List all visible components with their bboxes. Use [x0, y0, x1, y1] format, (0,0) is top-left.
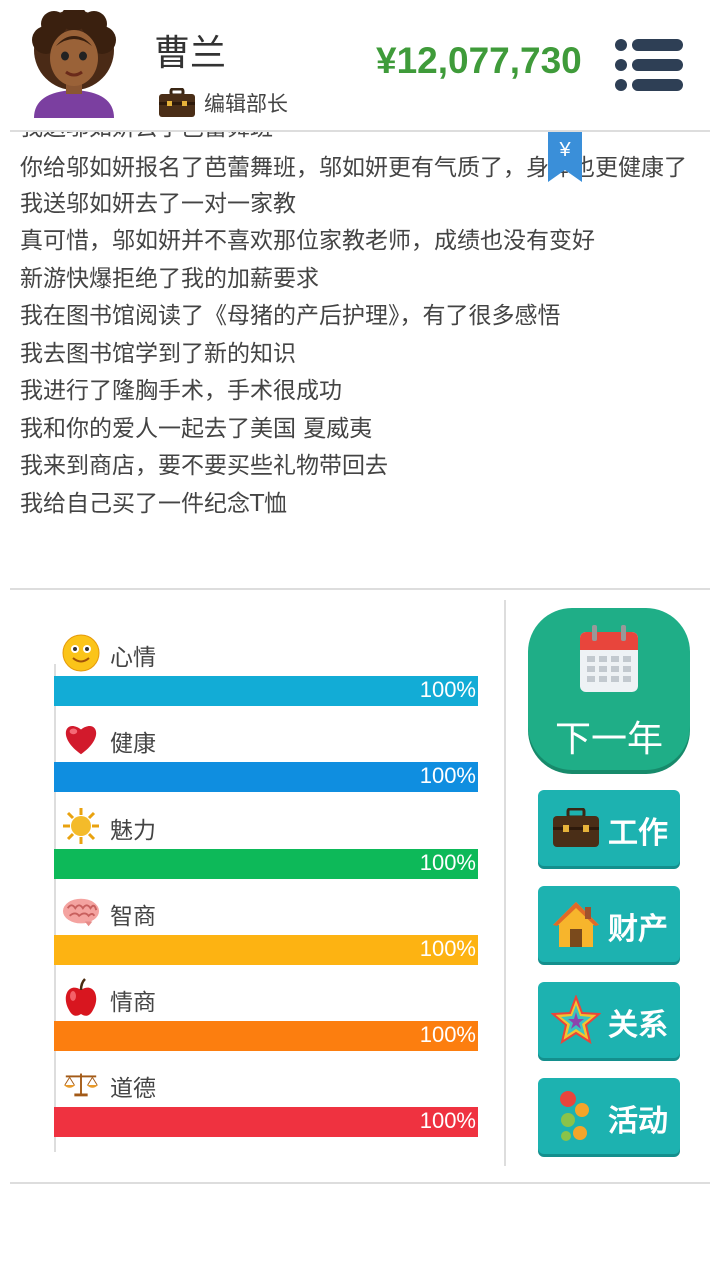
- scales-icon: [62, 1065, 100, 1103]
- stat-value: 100%: [419, 763, 476, 789]
- briefcase-icon: [159, 88, 195, 117]
- money-balance: ¥12,077,730: [376, 40, 582, 81]
- log-line: 我送邬如妍去了一对一家教: [20, 190, 296, 217]
- stat-charm: 魅力 100%: [54, 801, 478, 887]
- log-line: 我和你的爱人一起去了美国 夏威夷: [20, 415, 373, 442]
- activities-label: 活动: [608, 1104, 668, 1139]
- stat-bar: 100%: [54, 934, 478, 965]
- stat-iq: 智商 100%: [54, 887, 478, 973]
- stat-health: 健康 100%: [54, 714, 478, 800]
- event-log[interactable]: 我送邬如妍去了芭蕾舞班 你给邬如妍报名了芭蕾舞班，邬如妍更有气质了，身体也更健康…: [0, 132, 720, 588]
- stat-value: 100%: [419, 849, 476, 875]
- log-line: 新游快爆拒绝了我的加薪要求: [20, 265, 319, 292]
- stat-value: 100%: [419, 1108, 476, 1134]
- log-line: 你给邬如妍报名了芭蕾舞班，邬如妍更有气质了，身体也更健康了: [20, 154, 687, 181]
- stat-mood: 心情 100%: [54, 628, 478, 714]
- calendar-icon: [580, 625, 638, 692]
- header: 曹兰 编辑部长 ¥12,077,730: [0, 0, 720, 130]
- stat-eq: 情商 100%: [54, 973, 478, 1059]
- log-line: 我给自己买了一件纪念T恤: [20, 490, 288, 517]
- briefcase-icon: [550, 800, 602, 856]
- stat-bar: 100%: [54, 848, 478, 879]
- activities-button[interactable]: 活动: [538, 1078, 680, 1154]
- stat-label: 情商: [110, 990, 156, 1017]
- next-year-button[interactable]: 下一年: [528, 608, 690, 770]
- stats-panel: 心情 100% 健康 100% 魅力 100% 智商 100% 情商 100% …: [54, 628, 478, 1146]
- property-button[interactable]: 财产: [538, 886, 680, 962]
- stat-value: 100%: [419, 677, 476, 702]
- property-label: 财产: [608, 912, 668, 947]
- log-line: 真可惜，邬如妍并不喜欢那位家教老师，成绩也没有变好: [20, 228, 595, 254]
- next-year-label: 下一年: [554, 719, 663, 760]
- stat-value: 100%: [419, 1022, 476, 1048]
- stat-label: 道德: [110, 1076, 156, 1103]
- stat-label: 智商: [110, 903, 156, 930]
- heart-icon: [62, 720, 100, 758]
- log-line: 我进行了隆胸手术，手术很成功: [20, 378, 342, 404]
- smiley-icon: [62, 634, 100, 672]
- log-line: 我去图书馆学到了新的知识: [20, 340, 296, 367]
- money-bookmark-icon[interactable]: ¥: [548, 132, 582, 182]
- stat-label: 心情: [110, 645, 156, 671]
- log-line: 我来到商店，要不要买些礼物带回去: [20, 453, 388, 479]
- work-label: 工作: [608, 816, 668, 851]
- player-avatar[interactable]: [24, 5, 124, 118]
- brain-icon: [62, 893, 100, 931]
- work-button[interactable]: 工作: [538, 790, 680, 866]
- stat-bar: 100%: [54, 1107, 478, 1138]
- stat-value: 100%: [419, 935, 476, 961]
- apple-icon: [62, 978, 100, 1017]
- stat-bar: 100%: [54, 676, 478, 706]
- job-info[interactable]: 编辑部长: [158, 88, 288, 118]
- stat-bar: 100%: [54, 762, 478, 793]
- job-title: 编辑部长: [204, 92, 288, 116]
- stat-label: 健康: [110, 731, 156, 758]
- stat-label: 魅力: [110, 817, 156, 844]
- stat-bar: 100%: [54, 1021, 478, 1052]
- sun-icon: [62, 807, 100, 845]
- activity-dots-icon: [550, 1088, 602, 1144]
- coin-symbol: ¥: [558, 139, 571, 161]
- relations-button[interactable]: 关系: [538, 982, 680, 1058]
- stat-morality: 道德 100%: [54, 1059, 478, 1145]
- footer-divider: [10, 1182, 710, 1184]
- log-line: 我在图书馆阅读了《母猪的产后护理》，有了很多感悟: [20, 303, 561, 329]
- panel-divider: [504, 600, 506, 1166]
- log-line: 我送邬如妍去了芭蕾舞班: [20, 132, 700, 148]
- log-divider: [10, 588, 710, 590]
- star-icon: [550, 992, 602, 1048]
- menu-icon[interactable]: [614, 38, 684, 92]
- house-icon: [550, 896, 602, 952]
- relations-label: 关系: [608, 1008, 668, 1043]
- player-name: 曹兰: [154, 33, 227, 74]
